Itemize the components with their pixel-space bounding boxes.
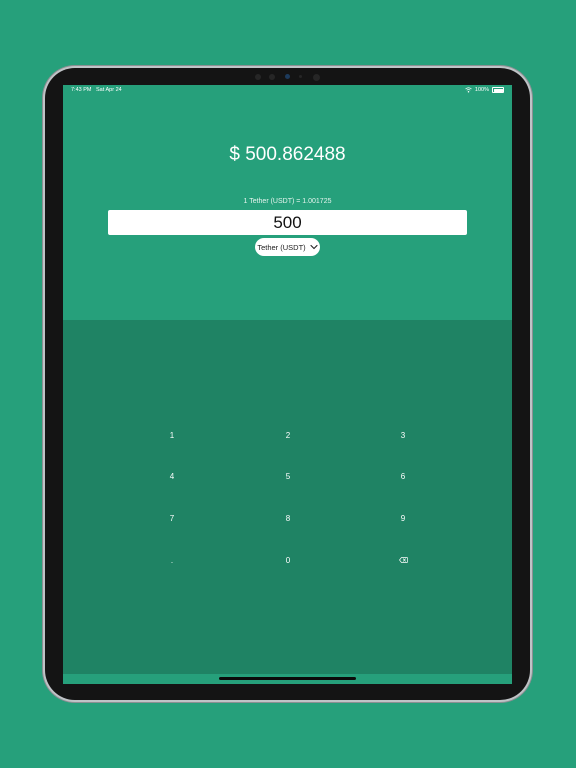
key-6[interactable]: 6 [373,464,433,488]
keypad: 1 2 3 4 5 6 7 8 9 . 0 [63,320,512,674]
battery-percent: 100% [474,87,489,93]
chevron-down-icon [310,244,318,250]
sensor [313,74,320,81]
key-4[interactable]: 4 [142,464,202,488]
key-backspace[interactable] [373,548,433,572]
status-time: 7:43 PM [71,87,92,93]
currency-label: Tether (USDT) [257,242,306,252]
key-9[interactable]: 9 [373,506,433,530]
sensor [269,74,275,80]
key-7[interactable]: 7 [142,506,202,530]
home-indicator[interactable] [219,677,356,680]
backspace-icon [398,557,408,563]
key-0[interactable]: 0 [258,548,318,572]
key-3[interactable]: 3 [373,423,433,447]
key-1[interactable]: 1 [142,423,202,447]
sensor [299,75,302,78]
status-date: Sat Apr 24 [96,87,122,93]
status-indicators: 100% [465,87,504,93]
wifi-icon [465,87,472,93]
key-2[interactable]: 2 [258,423,318,447]
key-8[interactable]: 8 [258,506,318,530]
exchange-rate-label: 1 Tether (USDT) = 1.001725 [243,198,332,205]
camera-bar [45,71,530,83]
camera-lens [285,74,290,79]
key-5[interactable]: 5 [258,464,318,488]
amount-input[interactable] [108,210,467,235]
app-screen: 7:43 PM Sat Apr 24 100% $ 500.862488 1 T… [63,85,512,684]
sensor [255,74,261,80]
currency-dropdown[interactable]: Tether (USDT) [255,238,320,256]
battery-icon [492,87,504,93]
converted-result: $ 500.862488 [229,144,346,165]
key-decimal[interactable]: . [142,548,202,572]
status-bar: 7:43 PM Sat Apr 24 100% [63,85,512,97]
